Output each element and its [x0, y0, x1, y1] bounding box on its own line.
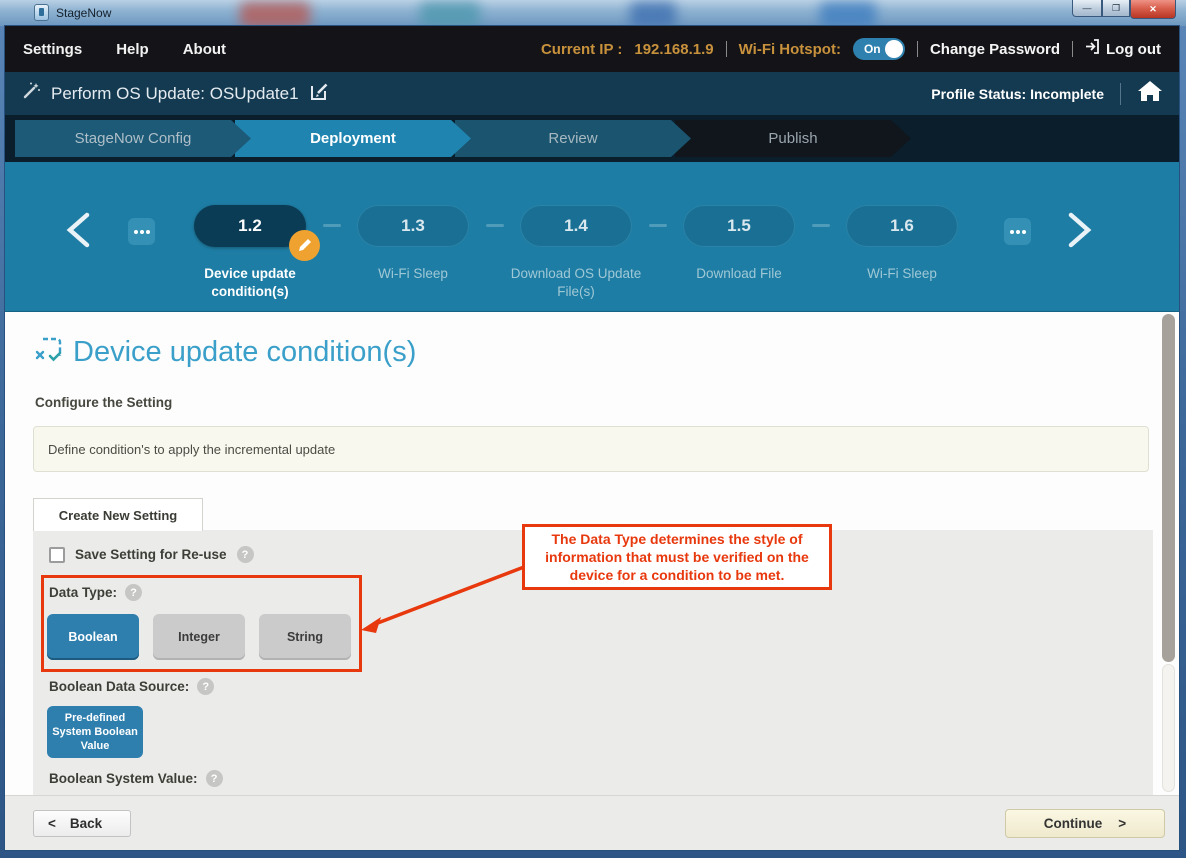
tab-deployment[interactable]: Deployment [235, 120, 471, 157]
continue-label: Continue [1044, 816, 1103, 831]
back-label: Back [70, 816, 102, 831]
step-pill[interactable]: 1.5 [683, 205, 795, 247]
toggle-state-label: On [864, 42, 881, 56]
step-number: 1.4 [564, 216, 588, 236]
step-item[interactable]: 1.2 Device update condition(s) [168, 205, 332, 301]
tab-review[interactable]: Review [455, 120, 691, 157]
help-icon[interactable]: ? [206, 770, 223, 787]
continue-button[interactable]: Continue > [1005, 809, 1165, 838]
step-pill[interactable]: 1.3 [357, 205, 469, 247]
step-number: 1.5 [727, 216, 751, 236]
more-steps-right-icon[interactable] [1004, 218, 1031, 245]
step-number: 1.3 [401, 216, 425, 236]
setting-description: Define condition's to apply the incremen… [48, 442, 335, 457]
boolean-system-value-label: Boolean System Value: [49, 771, 198, 786]
boolean-data-source-label: Boolean Data Source: [49, 679, 189, 694]
minimize-button[interactable]: — [1072, 0, 1102, 17]
profile-title: Perform OS Update: OSUpdate1 [51, 84, 299, 104]
step-edit-badge [289, 230, 320, 261]
annotation-callout: The Data Type determines the style of in… [522, 524, 832, 590]
step-label: Device update condition(s) [175, 265, 325, 301]
help-icon[interactable]: ? [125, 584, 142, 601]
previous-steps-chevron[interactable] [63, 212, 93, 248]
step-pill[interactable]: 1.4 [520, 205, 632, 247]
menu-about[interactable]: About [183, 41, 226, 58]
more-steps-left-icon[interactable] [128, 218, 155, 245]
wizard-wand-icon [21, 81, 41, 106]
change-password-link[interactable]: Change Password [930, 41, 1060, 58]
current-ip-value: 192.168.1.9 [634, 41, 713, 58]
stagenow-app-icon [34, 4, 49, 21]
titlebar-glass-blur [820, 2, 876, 26]
menu-bar: Settings Help About Current IP : 192.168… [5, 26, 1179, 72]
step-carousel: 1.2 Device update condition(s) 1.3 Wi-Fi… [5, 162, 1179, 312]
predefined-system-boolean-button[interactable]: Pre-defined System Boolean Value [47, 706, 143, 758]
window-titlebar: StageNow — ❐ ✕ [0, 0, 1186, 26]
step-item[interactable]: 1.6 Wi-Fi Sleep [820, 205, 984, 283]
logout-icon [1085, 39, 1100, 59]
home-icon[interactable] [1137, 80, 1163, 107]
step-pill[interactable]: 1.6 [846, 205, 958, 247]
scrollbar-thumb[interactable] [1162, 314, 1175, 662]
step-number: 1.2 [238, 216, 262, 236]
logout-label: Log out [1106, 41, 1161, 58]
step-label: Wi-Fi Sleep [867, 265, 937, 283]
window-title: StageNow [56, 6, 111, 20]
divider [917, 41, 918, 57]
annotation-text: The Data Type determines the style of in… [531, 530, 823, 585]
profile-header: Perform OS Update: OSUpdate1 Profile Sta… [5, 72, 1179, 115]
wizard-tab-bar: StageNow Config Deployment Review Publis… [5, 115, 1179, 162]
data-type-string-button[interactable]: String [259, 614, 351, 660]
titlebar-glass-blur [240, 2, 310, 26]
menu-help[interactable]: Help [116, 41, 149, 58]
back-button[interactable]: < Back [33, 810, 131, 837]
divider [1120, 83, 1121, 105]
toggle-knob [885, 40, 903, 58]
current-ip-label: Current IP : [541, 41, 622, 58]
main-content: Device update condition(s) Configure the… [5, 312, 1179, 795]
save-reuse-label: Save Setting for Re-use [75, 547, 227, 562]
step-pill[interactable]: 1.2 [194, 205, 306, 247]
close-button[interactable]: ✕ [1130, 0, 1176, 19]
divider [726, 41, 727, 57]
step-item[interactable]: 1.5 Download File [657, 205, 821, 283]
profile-status: Profile Status: Incomplete [931, 86, 1104, 102]
wifi-hotspot-label: Wi-Fi Hotspot: [739, 41, 841, 58]
app-window: StageNow — ❐ ✕ Settings Help About Curre… [0, 0, 1186, 858]
maximize-button[interactable]: ❐ [1102, 0, 1130, 17]
tab-create-new-setting[interactable]: Create New Setting [33, 498, 203, 531]
vertical-scrollbar [1161, 312, 1176, 795]
condition-icon [33, 334, 65, 371]
step-label: Download File [696, 265, 782, 283]
step-number: 1.6 [890, 216, 914, 236]
back-chevron: < [48, 816, 56, 831]
step-label: Wi-Fi Sleep [378, 265, 448, 283]
edit-profile-icon[interactable] [309, 81, 330, 107]
tab-publish[interactable]: Publish [675, 120, 911, 157]
configure-setting-label: Configure the Setting [35, 395, 172, 410]
divider [1072, 41, 1073, 57]
data-type-label: Data Type: [49, 585, 117, 600]
data-type-boolean-button[interactable]: Boolean [47, 614, 139, 660]
help-icon[interactable]: ? [237, 546, 254, 563]
logout-link[interactable]: Log out [1085, 39, 1161, 59]
menu-settings[interactable]: Settings [23, 41, 82, 58]
scrollbar-track[interactable] [1162, 664, 1175, 792]
step-item[interactable]: 1.4 Download OS Update File(s) [494, 205, 658, 301]
step-item[interactable]: 1.3 Wi-Fi Sleep [331, 205, 495, 283]
footer-bar: < Back Continue > [5, 795, 1179, 850]
titlebar-glass-blur [630, 2, 676, 26]
tab-stagenow-config[interactable]: StageNow Config [15, 120, 251, 157]
titlebar-glass-blur [420, 2, 480, 26]
save-reuse-checkbox[interactable] [49, 547, 65, 563]
page-title: Device update condition(s) [73, 336, 416, 369]
continue-chevron: > [1118, 816, 1126, 831]
wifi-hotspot-toggle[interactable]: On [853, 38, 905, 60]
next-steps-chevron[interactable] [1065, 212, 1095, 248]
setting-description-box: Define condition's to apply the incremen… [33, 426, 1149, 472]
data-type-integer-button[interactable]: Integer [153, 614, 245, 660]
help-icon[interactable]: ? [197, 678, 214, 695]
step-label: Download OS Update File(s) [501, 265, 651, 301]
